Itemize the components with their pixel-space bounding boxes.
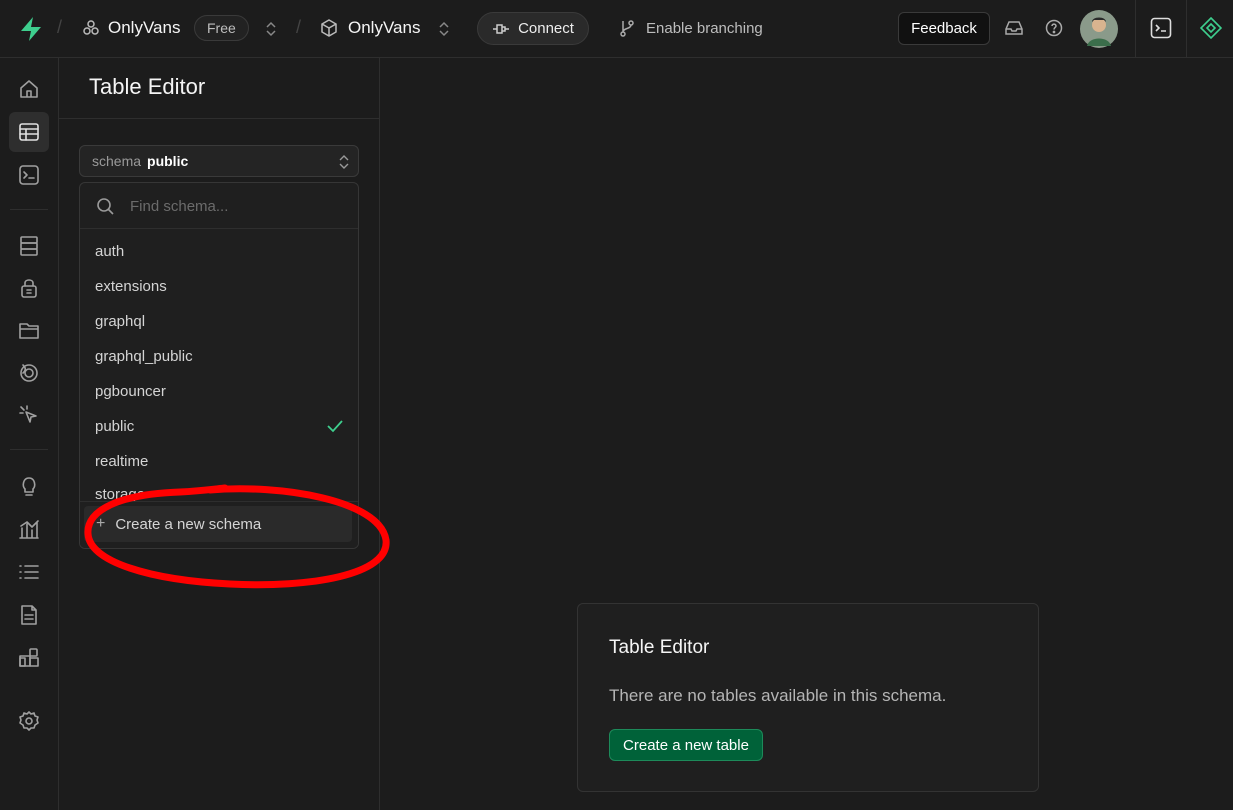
create-schema-button[interactable]: + Create a new schema — [84, 506, 352, 542]
schema-dropdown: auth extensions graphql graphql_public p… — [79, 182, 359, 549]
project-selector[interactable]: OnlyVans — [320, 18, 420, 38]
schema-search-input[interactable] — [130, 195, 340, 217]
integrations-icon[interactable] — [14, 642, 44, 672]
schema-option-pgbouncer[interactable]: pgbouncer — [80, 374, 358, 409]
table-editor-side-panel: Table Editor schema public auth extensio… — [59, 58, 380, 810]
schema-option-label: public — [95, 418, 135, 435]
logs-icon[interactable] — [14, 557, 44, 587]
auth-icon[interactable] — [14, 273, 44, 303]
top-bar: / OnlyVans Free / OnlyVans Connect Enabl… — [0, 0, 1233, 58]
schema-option-label: graphql — [95, 313, 146, 330]
schema-option-label: graphql_public — [95, 348, 193, 365]
schema-option-label: auth — [95, 243, 125, 260]
project-switch-chevron-icon[interactable] — [437, 19, 451, 39]
org-name: OnlyVans — [108, 18, 181, 37]
git-branch-icon — [620, 20, 634, 37]
rail-divider — [10, 449, 48, 450]
schema-option-graphql-public[interactable]: graphql_public — [80, 339, 358, 374]
org-selector[interactable]: OnlyVans — [82, 18, 180, 38]
database-icon[interactable] — [14, 231, 44, 261]
user-avatar[interactable] — [1080, 10, 1118, 48]
empty-state-message: There are no tables available in this sc… — [609, 686, 947, 705]
schema-selector-label: schema — [92, 153, 142, 169]
supabase-logo-icon[interactable] — [18, 16, 44, 42]
org-icon — [83, 20, 99, 35]
side-panel-divider — [59, 118, 379, 119]
connect-button[interactable]: Connect — [477, 12, 589, 45]
plug-icon — [493, 23, 510, 34]
side-panel-title: Table Editor — [89, 74, 206, 99]
create-table-button[interactable]: Create a new table — [609, 729, 763, 761]
schema-option-label: pgbouncer — [95, 383, 166, 400]
branching-label: Enable branching — [646, 19, 763, 37]
project-box-icon — [321, 19, 337, 37]
advisors-icon[interactable] — [14, 471, 44, 501]
project-name: OnlyVans — [348, 18, 421, 37]
breadcrumb-separator: / — [296, 17, 302, 37]
empty-state-title: Table Editor — [609, 637, 710, 658]
org-switch-chevron-icon[interactable] — [264, 19, 278, 39]
empty-state-card: Table Editor There are no tables availab… — [577, 603, 1039, 792]
sql-editor-icon[interactable] — [14, 160, 44, 190]
rail-divider — [10, 209, 48, 210]
assistant-diamond-icon[interactable] — [1200, 17, 1222, 39]
check-icon — [327, 420, 343, 433]
schema-option-public[interactable]: public — [80, 409, 358, 444]
schema-option-label: extensions — [95, 278, 167, 295]
schema-selector[interactable]: schema public — [79, 145, 359, 177]
realtime-icon[interactable] — [14, 358, 44, 388]
topbar-divider — [1186, 0, 1187, 58]
plan-badge: Free — [194, 15, 249, 41]
schema-selector-value: public — [147, 153, 189, 169]
schema-option-realtime[interactable]: realtime — [80, 444, 358, 479]
breadcrumb-separator: / — [57, 17, 63, 37]
create-schema-label: Create a new schema — [115, 515, 262, 533]
enable-branching-button[interactable]: Enable branching — [618, 19, 763, 37]
api-docs-icon[interactable] — [14, 600, 44, 630]
search-icon — [97, 198, 114, 215]
plus-icon: + — [96, 515, 106, 532]
schema-search — [80, 183, 358, 229]
schema-option-extensions[interactable]: extensions — [80, 269, 358, 304]
terminal-icon[interactable] — [1150, 17, 1172, 39]
left-nav-rail — [0, 58, 59, 810]
schema-option-label: realtime — [95, 453, 149, 470]
dropdown-footer: + Create a new schema — [80, 501, 358, 548]
settings-icon[interactable] — [14, 706, 44, 736]
edge-functions-icon[interactable] — [14, 400, 44, 430]
table-editor-icon[interactable] — [14, 117, 44, 147]
feedback-button[interactable]: Feedback — [898, 12, 990, 45]
help-icon[interactable] — [1045, 19, 1063, 37]
home-icon[interactable] — [14, 74, 44, 104]
reports-icon[interactable] — [14, 514, 44, 544]
chevron-up-down-icon — [339, 155, 349, 169]
topbar-divider — [1135, 0, 1136, 58]
storage-icon[interactable] — [14, 315, 44, 345]
schema-option-auth[interactable]: auth — [80, 234, 358, 269]
inbox-icon[interactable] — [1005, 20, 1023, 36]
schema-option-graphql[interactable]: graphql — [80, 304, 358, 339]
connect-label: Connect — [518, 20, 574, 37]
